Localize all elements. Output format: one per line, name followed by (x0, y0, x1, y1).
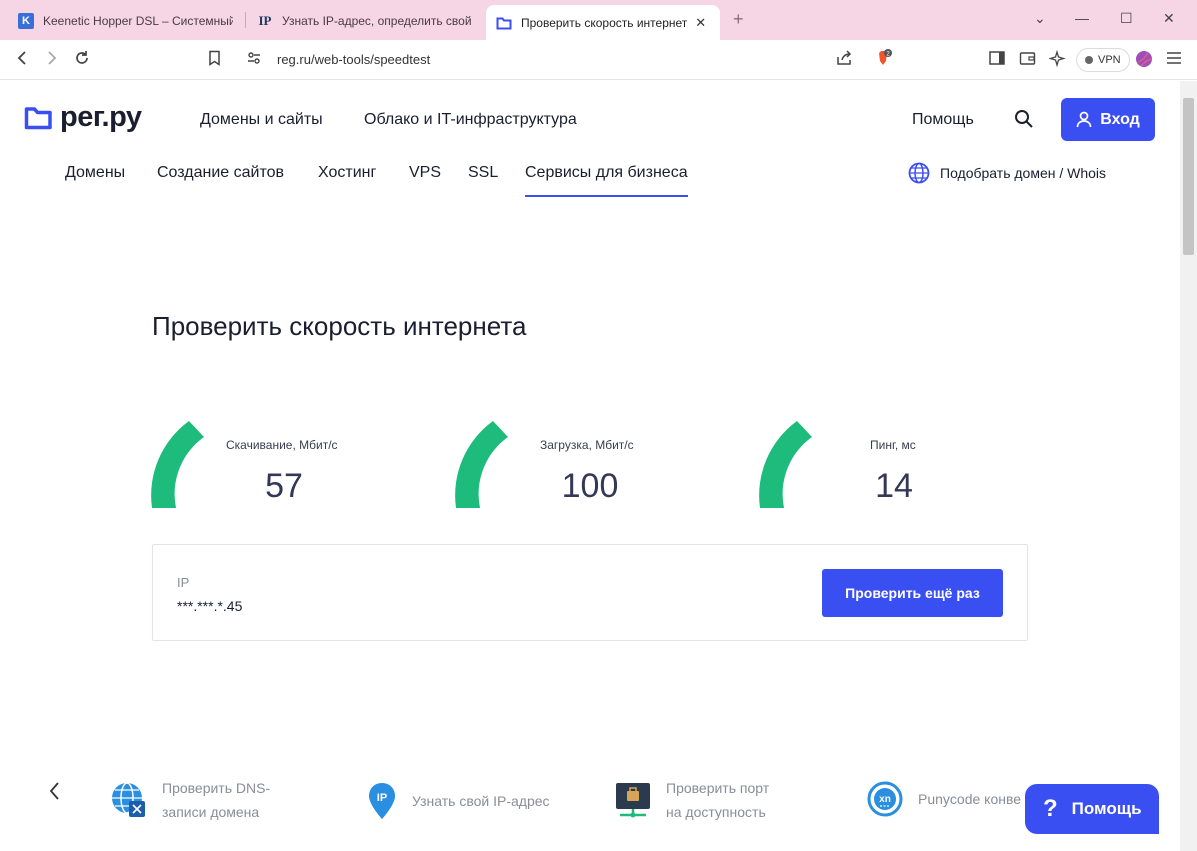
vpn-status-dot (1085, 56, 1093, 64)
download-label: Скачивание, Мбит/с (226, 438, 338, 452)
vpn-button[interactable]: VPN (1076, 48, 1130, 72)
question-icon: ? (1043, 795, 1058, 822)
tool-text: Проверить порт на доступность (666, 776, 769, 824)
nav-cloud-it[interactable]: Облако и IT-инфраструктура (364, 111, 577, 129)
maximize-icon[interactable]: ☐ (1120, 10, 1133, 27)
leo-ai-icon[interactable] (1048, 49, 1067, 73)
login-label: Вход (1100, 110, 1140, 128)
gauge-arc (759, 421, 812, 508)
whois-link[interactable]: Подобрать домен / Whois (908, 162, 1106, 184)
help-chat-button[interactable]: ? Помощь (1025, 784, 1159, 834)
profile-icon[interactable] (1135, 50, 1153, 73)
upload-gauge: Загрузка, Мбит/с 100 (454, 417, 714, 512)
tab-search-chevron-icon[interactable]: ⌄ (1034, 10, 1046, 27)
subnav-site-builder[interactable]: Создание сайтов (157, 164, 284, 182)
ping-label: Пинг, мс (870, 438, 916, 452)
gauge-arc (151, 421, 204, 508)
tool-ip-lookup[interactable]: IP Узнать свой IP-адрес (366, 781, 550, 821)
tab-ip[interactable]: IP Узнать IP-адрес, определить свой (247, 6, 482, 36)
svg-text:IP: IP (377, 792, 387, 804)
forward-icon[interactable] (46, 50, 58, 71)
punycode-icon: xn (867, 781, 903, 817)
bookmark-icon[interactable] (208, 50, 221, 71)
download-gauge: Скачивание, Мбит/с 57 (150, 417, 410, 512)
new-tab-icon[interactable]: + (733, 9, 744, 30)
dns-globe-icon (112, 782, 145, 817)
whois-label: Подобрать домен / Whois (940, 165, 1107, 181)
reload-icon[interactable] (74, 50, 90, 71)
keenetic-favicon: K (18, 13, 34, 29)
upload-label: Загрузка, Мбит/с (540, 438, 634, 452)
gauge-arc (455, 421, 508, 508)
tool-line: Punycode конве (918, 791, 1022, 807)
page-content: рег.ру Домены и сайты Облако и IT-инфрас… (0, 81, 1180, 851)
tool-text: Punycode конве (918, 787, 1021, 811)
tab-title: Узнать IP-адрес, определить свой (282, 14, 472, 28)
tool-line: Проверить DNS- (162, 780, 271, 796)
subnav-domains[interactable]: Домены (65, 164, 125, 182)
reg-ru-logo[interactable]: рег.ру (24, 101, 142, 134)
tool-line: записи домена (162, 804, 260, 820)
menu-icon[interactable] (1166, 50, 1182, 70)
ip-panel: IP ***.***.*.45 Проверить ещё раз (152, 544, 1028, 641)
url-text[interactable]: reg.ru/web-tools/speedtest (277, 52, 430, 67)
wallet-icon[interactable] (1019, 50, 1037, 71)
ip-pin-icon: IP (369, 783, 395, 819)
tool-line: Проверить порт (666, 780, 770, 796)
help-chat-label: Помощь (1071, 799, 1142, 818)
ip-value: ***.***.*.45 (177, 598, 243, 614)
address-bar: reg.ru/web-tools/speedtest 2 VPN (0, 40, 1197, 80)
user-icon (1076, 111, 1092, 128)
share-icon[interactable] (836, 50, 854, 71)
subnav-hosting[interactable]: Хостинг (318, 164, 376, 182)
tab-keenetic[interactable]: K Keenetic Hopper DSL – Системный (8, 6, 243, 36)
back-icon[interactable] (16, 50, 28, 71)
page-title: Проверить скорость интернета (152, 311, 527, 341)
tab-divider (245, 12, 246, 28)
tab-title: Keenetic Hopper DSL – Системный (43, 14, 233, 28)
tool-punycode[interactable]: xn Punycode конве (866, 780, 1021, 818)
retry-test-button[interactable]: Проверить ещё раз (822, 569, 1003, 617)
svg-text:xn: xn (879, 794, 891, 805)
logo-folder-icon (24, 106, 52, 129)
tool-text: Проверить DNS- записи домена (162, 776, 270, 824)
tool-line: на доступность (666, 804, 766, 820)
ping-value: 14 (875, 467, 913, 505)
tool-line: Узнать свой IP-адрес (412, 793, 550, 809)
subnav-business-services[interactable]: Сервисы для бизнеса (525, 164, 688, 197)
folder-favicon (496, 15, 512, 31)
carousel-prev-icon[interactable] (48, 781, 60, 807)
close-tab-icon[interactable]: ✕ (695, 15, 706, 31)
port-server-icon (616, 783, 650, 818)
logo-text: рег.ру (60, 101, 142, 133)
subnav-ssl[interactable]: SSL (468, 164, 498, 182)
download-value: 57 (265, 467, 303, 505)
search-icon[interactable] (1014, 109, 1034, 134)
nav-domains-sites[interactable]: Домены и сайты (200, 111, 323, 129)
subnav-vps[interactable]: VPS (409, 164, 441, 182)
scrollbar-thumb[interactable] (1183, 98, 1194, 255)
close-window-icon[interactable]: ✕ (1163, 10, 1175, 27)
tab-speedtest[interactable]: Проверить скорость интернет ✕ (486, 5, 720, 40)
minimize-icon[interactable]: — (1075, 10, 1089, 26)
login-button[interactable]: Вход (1061, 98, 1155, 141)
tool-port-check[interactable]: Проверить порт на доступность (614, 776, 769, 824)
globe-icon (908, 162, 930, 184)
upload-value: 100 (561, 467, 619, 505)
ping-gauge: Пинг, мс 14 (758, 417, 1018, 512)
ip-favicon: IP (258, 13, 272, 28)
ip-label: IP (177, 575, 190, 590)
tool-dns-check[interactable]: Проверить DNS- записи домена (110, 776, 270, 824)
help-link[interactable]: Помощь (912, 111, 974, 129)
browser-tab-bar: K Keenetic Hopper DSL – Системный IP Узн… (0, 0, 1197, 40)
brave-shield-icon[interactable]: 2 (872, 48, 894, 75)
sidebar-toggle-icon[interactable] (989, 50, 1005, 70)
vpn-label: VPN (1098, 54, 1121, 66)
tab-title: Проверить скорость интернет (521, 15, 688, 30)
site-settings-icon[interactable] (246, 50, 262, 71)
tool-text: Узнать свой IP-адрес (412, 789, 550, 813)
